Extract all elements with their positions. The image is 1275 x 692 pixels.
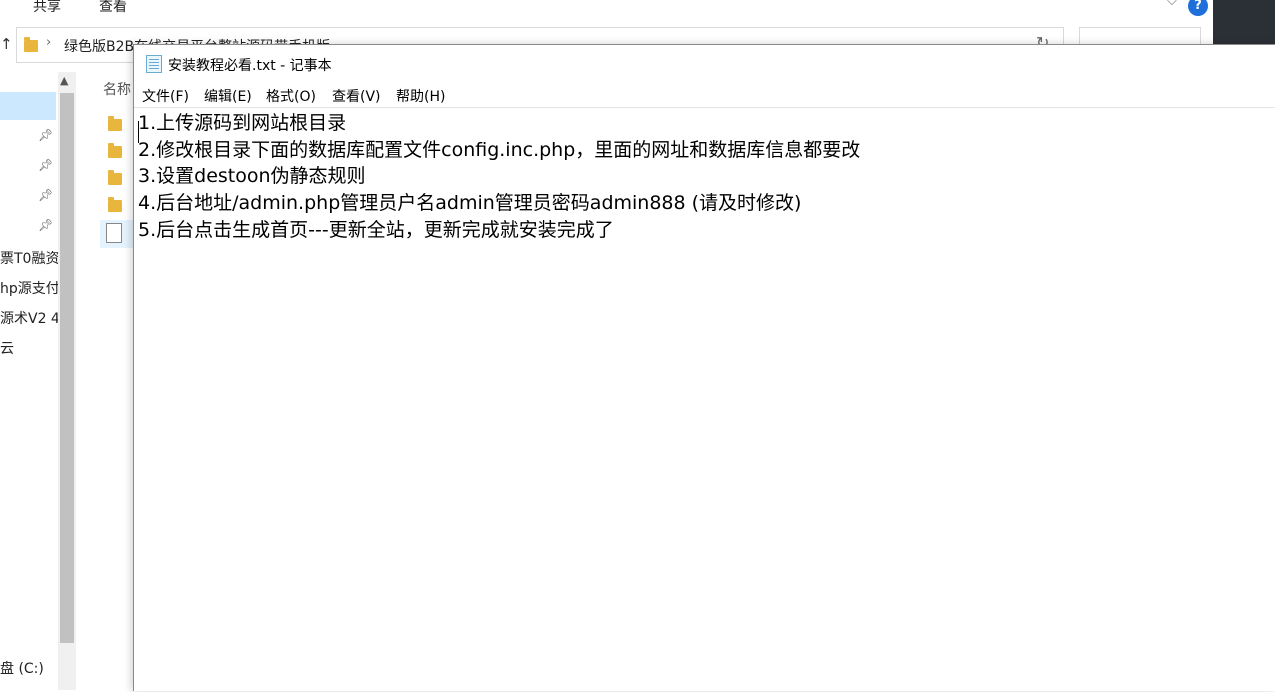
text-file-icon[interactable] xyxy=(106,223,122,243)
pin-icon[interactable]: 📌︎ xyxy=(38,218,53,232)
folder-icon xyxy=(24,37,38,52)
nav-scrollbar-thumb[interactable] xyxy=(60,93,74,643)
menu-format[interactable]: 格式(O) xyxy=(266,86,316,106)
menu-file[interactable]: 文件(F) xyxy=(142,86,189,106)
pin-icon[interactable]: 📌︎ xyxy=(38,158,53,172)
title-bar[interactable]: 安装教程必看.txt - 记事本 xyxy=(134,45,1275,81)
ribbon-tab-view[interactable]: 查看 xyxy=(99,0,127,16)
menu-view[interactable]: 查看(V) xyxy=(332,86,381,106)
text-line[interactable]: 4.后台地址/admin.php管理员户名admin管理员密码admin888 … xyxy=(138,190,801,216)
notepad-icon[interactable] xyxy=(146,55,162,73)
chevron-right-icon: › xyxy=(46,35,52,50)
menu-bar: 文件(F) 编辑(E) 格式(O) 查看(V) 帮助(H) xyxy=(134,83,1275,107)
column-header-name[interactable]: 名称 xyxy=(103,79,131,99)
folder-icon[interactable] xyxy=(108,197,122,212)
text-line[interactable]: 1.上传源码到网站根目录 xyxy=(138,110,346,136)
nav-item[interactable]: 源术V2 4. xyxy=(0,308,64,328)
pin-icon[interactable]: 📌︎ xyxy=(38,188,53,202)
window-title: 安装教程必看.txt - 记事本 xyxy=(168,58,332,74)
notepad-window: 安装教程必看.txt - 记事本 文件(F) 编辑(E) 格式(O) 查看(V)… xyxy=(133,44,1275,691)
menu-edit[interactable]: 编辑(E) xyxy=(204,86,252,106)
folder-icon[interactable] xyxy=(108,143,122,158)
ribbon-tab-share[interactable]: 共享 xyxy=(33,0,61,16)
text-line[interactable]: 5.后台点击生成首页---更新全站，更新完成就安装完成了 xyxy=(138,217,614,243)
nav-item-drive-c[interactable]: 盘 (C:) xyxy=(0,658,44,678)
menu-help[interactable]: 帮助(H) xyxy=(396,86,445,106)
text-editor-area[interactable]: 1.上传源码到网站根目录 2.修改根目录下面的数据库配置文件config.inc… xyxy=(134,107,1275,692)
folder-icon[interactable] xyxy=(108,116,122,131)
ribbon-collapse-icon[interactable]: ⌵ xyxy=(1167,0,1177,9)
nav-item[interactable]: 云 xyxy=(0,338,14,358)
folder-icon[interactable] xyxy=(108,170,122,185)
text-line[interactable]: 3.设置destoon伪静态规则 xyxy=(138,163,366,189)
nav-selected-item[interactable] xyxy=(0,92,56,120)
up-arrow-icon[interactable]: ↑ xyxy=(0,35,13,53)
help-icon[interactable]: ? xyxy=(1188,0,1208,16)
text-line[interactable]: 2.修改根目录下面的数据库配置文件config.inc.php，里面的网址和数据… xyxy=(138,137,860,163)
pin-icon[interactable]: 📌︎ xyxy=(38,128,53,142)
desktop-background xyxy=(1213,0,1275,44)
scroll-up-icon[interactable]: ▲ xyxy=(60,74,68,87)
nav-item[interactable]: 票T0融资 xyxy=(0,248,59,268)
nav-item[interactable]: hp源支付 xyxy=(0,278,60,298)
